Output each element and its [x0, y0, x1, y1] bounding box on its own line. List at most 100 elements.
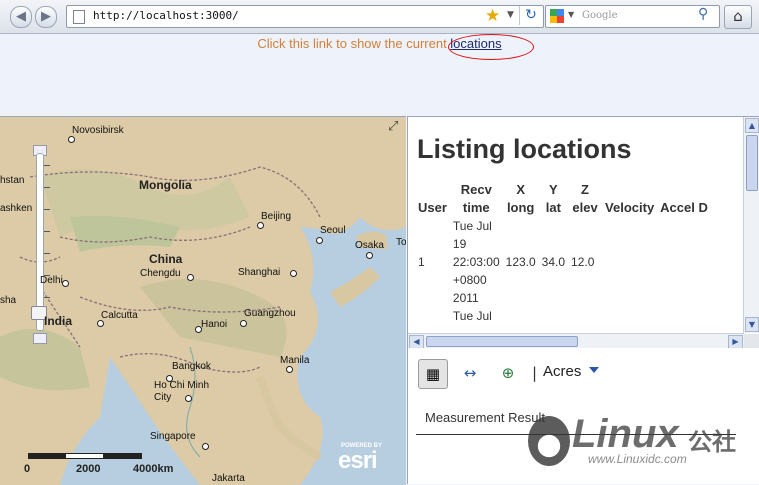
watermark-brand: Linux: [572, 412, 679, 456]
page-title: Listing locations: [417, 134, 632, 164]
map-view[interactable]: ⤢ Mongolia China India Novosibirsk Beiji…: [0, 116, 406, 485]
scale-label: 4000km: [133, 463, 174, 475]
search-bar[interactable]: ▼ Google ⚲: [545, 5, 720, 28]
column-header: Velocity: [605, 200, 655, 215]
map-label: Seoul: [320, 225, 346, 236]
scroll-left-icon[interactable]: ◀: [409, 335, 424, 349]
intro-label: Click this link to show the current: [257, 36, 451, 51]
scale-label: 0: [24, 463, 31, 475]
city-dot: [187, 274, 194, 281]
unit-dropdown[interactable]: Acres: [543, 363, 581, 380]
zoom-tick: [44, 187, 50, 188]
city-dot: [240, 320, 247, 327]
reload-icon[interactable]: ↻: [519, 6, 542, 25]
esri-logo[interactable]: esri: [338, 447, 378, 475]
cell-recv-time: Tue Jul 19 22:03:00 +0800 2011: [452, 219, 500, 305]
map-label: China: [149, 252, 183, 266]
zoom-tick: [44, 165, 50, 166]
locations-table: User Recv time X long Y lat Z elev Veloc…: [415, 181, 711, 325]
map-label: sha: [0, 295, 17, 306]
column-header: Y lat: [545, 182, 561, 215]
vertical-scrollbar[interactable]: ▲ ▼: [743, 117, 759, 333]
google-icon[interactable]: [550, 9, 564, 23]
scroll-corner: [744, 334, 759, 349]
scale-bar: [28, 453, 142, 459]
watermark: Linux 公社 www.Linuxidc.com: [528, 412, 759, 484]
map-label: Ho Chi Minh City: [154, 380, 210, 403]
map-label: Osaka: [355, 240, 384, 251]
city-dot: [97, 320, 104, 327]
map-label: ashken: [0, 203, 33, 214]
column-header: X long: [506, 182, 535, 215]
home-icon[interactable]: ⌂: [724, 5, 752, 29]
address-bar[interactable]: http://localhost:3000/ ★ ▼ ↻: [66, 5, 544, 28]
column-header: Z elev: [572, 182, 598, 215]
highlight-ellipse: [448, 34, 534, 60]
hscroll-thumb[interactable]: [426, 336, 578, 347]
url-dropdown-icon[interactable]: ▼: [507, 10, 514, 20]
column-header: User: [418, 200, 447, 215]
separator: |: [532, 364, 538, 382]
cell-accel: [657, 217, 711, 307]
city-dot: [257, 222, 264, 229]
horizontal-scrollbar[interactable]: ◀ ▶: [408, 333, 744, 349]
map-label: Mongolia: [139, 178, 192, 192]
column-header: Recv time: [460, 182, 492, 215]
city-dot: [316, 237, 323, 244]
listing-panel: Listing locations User Recv time X long …: [407, 116, 759, 350]
scroll-thumb[interactable]: [746, 135, 758, 191]
watermark-url: www.Linuxidc.com: [588, 452, 687, 466]
browser-toolbar: ◀ ▶ http://localhost:3000/ ★ ▼ ↻ ▼ Googl…: [0, 0, 759, 34]
zoom-slider[interactable]: [36, 153, 44, 331]
scroll-down-icon[interactable]: ▼: [745, 317, 759, 332]
zoom-out-icon[interactable]: [33, 333, 47, 344]
zoom-tick: [44, 253, 50, 254]
intro-text: Click this link to show the current loca…: [0, 36, 759, 51]
city-dot: [62, 280, 69, 287]
search-input[interactable]: Google: [582, 10, 618, 21]
city-dot: [202, 443, 209, 450]
map-label: Beijing: [261, 211, 292, 222]
scroll-up-icon[interactable]: ▲: [745, 118, 759, 133]
map-label: Hanoi: [201, 319, 228, 330]
zoom-tick: [44, 297, 50, 298]
table-header-row: User Recv time X long Y lat Z elev Veloc…: [415, 181, 711, 217]
area-tool-icon[interactable]: ▦: [418, 359, 448, 389]
page-icon: [73, 10, 85, 24]
chevron-down-icon[interactable]: [589, 367, 599, 373]
distance-tool-icon[interactable]: ↔: [456, 359, 484, 387]
magnifier-icon[interactable]: ⚲: [698, 6, 708, 22]
back-icon[interactable]: ◀: [10, 6, 32, 28]
map-label: Calcutta: [101, 310, 138, 321]
cell-user: 1: [418, 255, 425, 269]
table-row: 1 Tue Jul 19 22:03:00 +0800 2011 123.0 3…: [415, 217, 711, 307]
map-label: Guangzhou: [244, 308, 296, 319]
map-label: Novosibirsk: [72, 125, 124, 136]
cell-recv-time: Tue Jul: [452, 309, 492, 323]
expand-icon[interactable]: ⤢: [388, 119, 398, 134]
map-label: Delhi: [40, 275, 63, 286]
map-label: Singapore: [150, 431, 196, 442]
forward-icon[interactable]: ▶: [35, 6, 57, 28]
location-tool-icon[interactable]: ⊕: [494, 359, 522, 387]
map-label: Chengdu: [140, 268, 181, 279]
city-dot: [366, 252, 373, 259]
engine-dropdown-icon[interactable]: ▼: [568, 10, 574, 19]
map-label: hstan: [0, 175, 25, 186]
scroll-right-icon[interactable]: ▶: [728, 335, 743, 349]
cell-x: 123.0: [505, 255, 536, 269]
city-dot: [286, 366, 293, 373]
map-label: India: [44, 314, 73, 328]
map-label: Bangkok: [172, 361, 211, 372]
cell-z: 12.0: [571, 255, 595, 269]
zoom-tick: [44, 231, 50, 232]
star-icon[interactable]: ★: [485, 6, 500, 26]
measurement-result-label: Measurement Result: [425, 410, 545, 425]
zoom-tick: [44, 209, 50, 210]
city-dot: [290, 270, 297, 277]
penguin-icon: [528, 416, 570, 466]
cell-velocity: [602, 217, 657, 307]
watermark-cn: 公社: [688, 428, 736, 456]
cell-y: 34.0: [541, 255, 566, 269]
url-text[interactable]: http://localhost:3000/: [93, 9, 239, 22]
